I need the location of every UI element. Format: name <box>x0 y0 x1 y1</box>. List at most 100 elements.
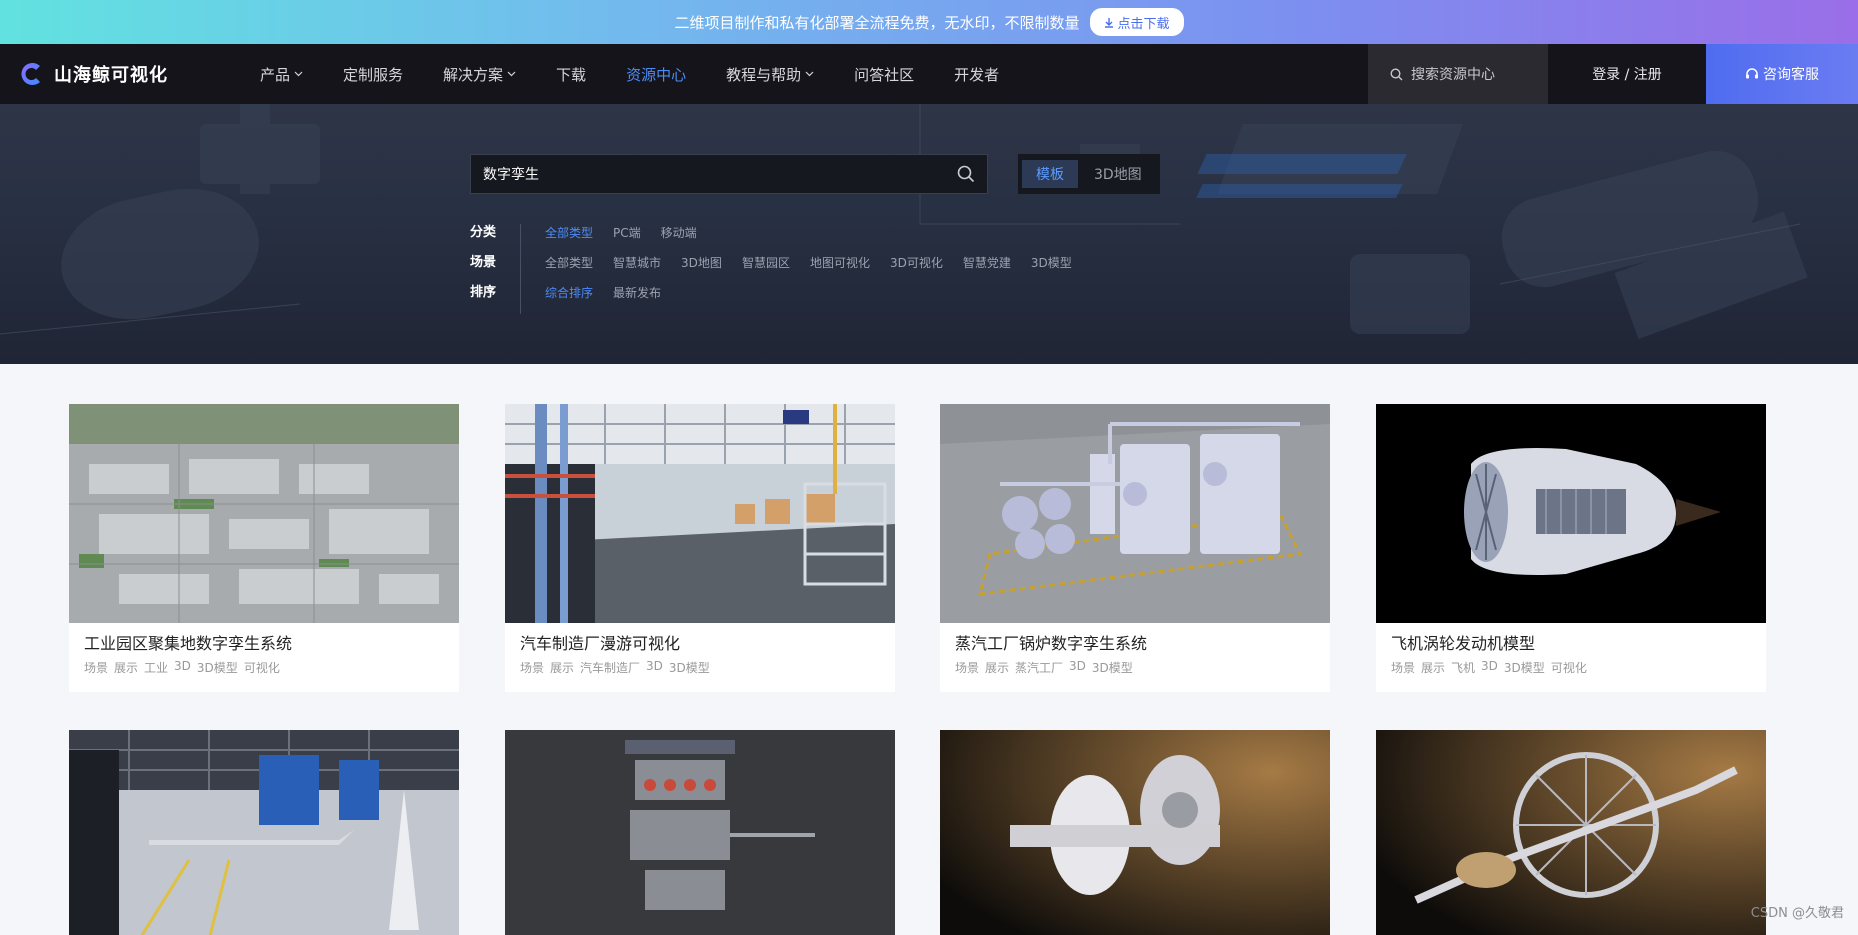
card-body: 蒸汽工厂锅炉数字孪生系统 场景 展示 蒸汽工厂 3D 3D模型 <box>940 623 1330 692</box>
download-icon <box>1104 17 1113 28</box>
tag: 3D模型 <box>1503 661 1545 675</box>
tag: 3D <box>646 659 663 673</box>
resource-search-input[interactable] <box>483 166 957 182</box>
card-tags: 场景 展示 飞机 3D 3D模型 可视化 <box>1391 659 1751 676</box>
template-card[interactable]: 飞机涡轮发动机模型 场景 展示 飞机 3D 3D模型 可视化 <box>1376 404 1766 692</box>
card-body: 飞机涡轮发动机模型 场景 展示 飞机 3D 3D模型 可视化 <box>1376 623 1766 692</box>
filter-option[interactable]: 综合排序 <box>545 284 593 302</box>
template-card[interactable] <box>69 730 459 935</box>
template-card[interactable]: 汽车制造厂漫游可视化 场景 展示 汽车制造厂 3D 3D模型 <box>505 404 895 692</box>
tag: 展示 <box>550 661 575 675</box>
card-title: 工业园区聚集地数字孪生系统 <box>84 634 293 653</box>
filter-option[interactable]: PC端 <box>613 224 641 242</box>
hero-search-section: 模板 3D地图 分类 场景 排序 全部类型 PC端 移动端 全部类型 智慧城市 … <box>0 104 1858 364</box>
menu-label: 下载 <box>556 65 587 84</box>
consult-label: 咨询客服 <box>1763 67 1819 83</box>
filter-option[interactable]: 3D地图 <box>681 254 722 272</box>
filter-option[interactable]: 智慧园区 <box>742 254 790 272</box>
login-register-link[interactable]: 登录 / 注册 <box>1548 44 1706 104</box>
tag: 3D模型 <box>1091 661 1133 675</box>
search-icon <box>1390 67 1403 80</box>
consult-button[interactable]: 咨询客服 <box>1706 44 1858 104</box>
download-button[interactable]: 点击下载 <box>1089 8 1184 36</box>
card-title: 汽车制造厂漫游可视化 <box>520 634 681 653</box>
card-thumbnail <box>505 730 895 935</box>
tag: 展示 <box>985 661 1010 675</box>
card-thumbnail <box>69 730 459 935</box>
menu-item-developer[interactable]: 开发者 <box>954 64 999 85</box>
filter-option[interactable]: 全部类型 <box>545 254 593 272</box>
tag: 3D <box>174 659 191 673</box>
card-title: 飞机涡轮发动机模型 <box>1391 634 1536 653</box>
menu-label: 资源中心 <box>626 65 687 84</box>
tag: 展示 <box>1421 661 1446 675</box>
menu-item-resource-center[interactable]: 资源中心 <box>626 64 686 85</box>
template-card[interactable] <box>505 730 895 935</box>
filter-option[interactable]: 智慧城市 <box>613 254 661 272</box>
logo[interactable]: 山海鲸可视化 <box>18 60 218 88</box>
filter-option[interactable]: 移动端 <box>661 224 697 242</box>
switch-template[interactable]: 模板 <box>1022 160 1078 188</box>
card-thumbnail <box>1376 404 1766 623</box>
card-body: 工业园区聚集地数字孪生系统 场景 展示 工业 3D 3D模型 可视化 <box>69 623 459 692</box>
card-body: 汽车制造厂漫游可视化 场景 展示 汽车制造厂 3D 3D模型 <box>505 623 895 692</box>
filter-option[interactable]: 3D模型 <box>1031 254 1072 272</box>
tag: 3D模型 <box>668 661 710 675</box>
chevron-down-icon <box>507 71 516 77</box>
tag: 工业 <box>144 661 169 675</box>
chevron-down-icon <box>805 71 814 77</box>
menu-item-download[interactable]: 下载 <box>556 64 586 85</box>
nav-search[interactable]: 搜索资源中心 <box>1368 44 1548 104</box>
tag: 汽车制造厂 <box>580 661 641 675</box>
headset-icon <box>1746 68 1758 79</box>
search-row: 模板 3D地图 <box>470 154 1160 194</box>
template-card[interactable] <box>940 730 1330 935</box>
card-tags: 场景 展示 蒸汽工厂 3D 3D模型 <box>955 659 1315 676</box>
menu-label: 定制服务 <box>343 65 404 84</box>
tag: 3D <box>1481 659 1498 673</box>
switch-3d-map[interactable]: 3D地图 <box>1080 160 1156 188</box>
tag: 场景 <box>955 661 980 675</box>
menu-item-custom-service[interactable]: 定制服务 <box>343 64 403 85</box>
filter-option[interactable]: 最新发布 <box>613 284 661 302</box>
filter-options: 全部类型 PC端 移动端 全部类型 智慧城市 3D地图 智慧园区 地图可视化 3… <box>521 224 1072 314</box>
card-thumbnail <box>1376 730 1766 935</box>
card-thumbnail <box>69 404 459 623</box>
filter-option[interactable]: 3D可视化 <box>890 254 943 272</box>
tag: 可视化 <box>1550 661 1587 675</box>
filter-option[interactable]: 智慧党建 <box>963 254 1011 272</box>
promo-text: 二维项目制作和私有化部署全流程免费，无水印，不限制数量 <box>674 13 1080 32</box>
menu-label: 解决方案 <box>443 65 504 84</box>
card-thumbnail <box>505 404 895 623</box>
promo-banner: 二维项目制作和私有化部署全流程免费，无水印，不限制数量 点击下载 <box>0 0 1858 44</box>
filter-label-scene: 场景 <box>470 255 497 270</box>
tag: 蒸汽工厂 <box>1015 661 1064 675</box>
download-button-label: 点击下载 <box>1117 16 1170 32</box>
tag: 飞机 <box>1451 661 1476 675</box>
main-menu: 产品 定制服务 解决方案 下载 资源中心 教程与帮助 问答社区 开发者 <box>260 64 1039 85</box>
search-icon[interactable] <box>957 165 975 183</box>
menu-item-tutorials[interactable]: 教程与帮助 <box>726 64 814 85</box>
tag: 场景 <box>84 661 109 675</box>
csdn-watermark: CSDN @久敬君 <box>1750 906 1844 921</box>
type-switch: 模板 3D地图 <box>1018 154 1160 194</box>
chevron-down-icon <box>294 71 303 77</box>
tag: 3D <box>1069 659 1086 673</box>
menu-label: 开发者 <box>954 65 1000 84</box>
menu-item-product[interactable]: 产品 <box>260 64 303 85</box>
filter-option[interactable]: 全部类型 <box>545 224 593 242</box>
filter-row-scene: 全部类型 智慧城市 3D地图 智慧园区 地图可视化 3D可视化 智慧党建 3D模… <box>545 254 1072 272</box>
filter-label-category: 分类 <box>470 225 497 240</box>
template-card[interactable] <box>1376 730 1766 935</box>
menu-label: 教程与帮助 <box>726 65 802 84</box>
menu-item-solutions[interactable]: 解决方案 <box>443 64 516 85</box>
menu-label: 问答社区 <box>854 65 915 84</box>
filter-option[interactable]: 地图可视化 <box>810 254 870 272</box>
template-card[interactable]: 蒸汽工厂锅炉数字孪生系统 场景 展示 蒸汽工厂 3D 3D模型 <box>940 404 1330 692</box>
menu-item-community[interactable]: 问答社区 <box>854 64 914 85</box>
card-tags: 场景 展示 工业 3D 3D模型 可视化 <box>84 659 444 676</box>
nav-search-placeholder: 搜索资源中心 <box>1411 67 1495 83</box>
top-nav: 山海鲸可视化 产品 定制服务 解决方案 下载 资源中心 教程与帮助 问答社区 开… <box>0 44 1858 104</box>
nav-right: 搜索资源中心 登录 / 注册 咨询客服 <box>1368 44 1858 104</box>
template-card[interactable]: 工业园区聚集地数字孪生系统 场景 展示 工业 3D 3D模型 可视化 <box>69 404 459 692</box>
